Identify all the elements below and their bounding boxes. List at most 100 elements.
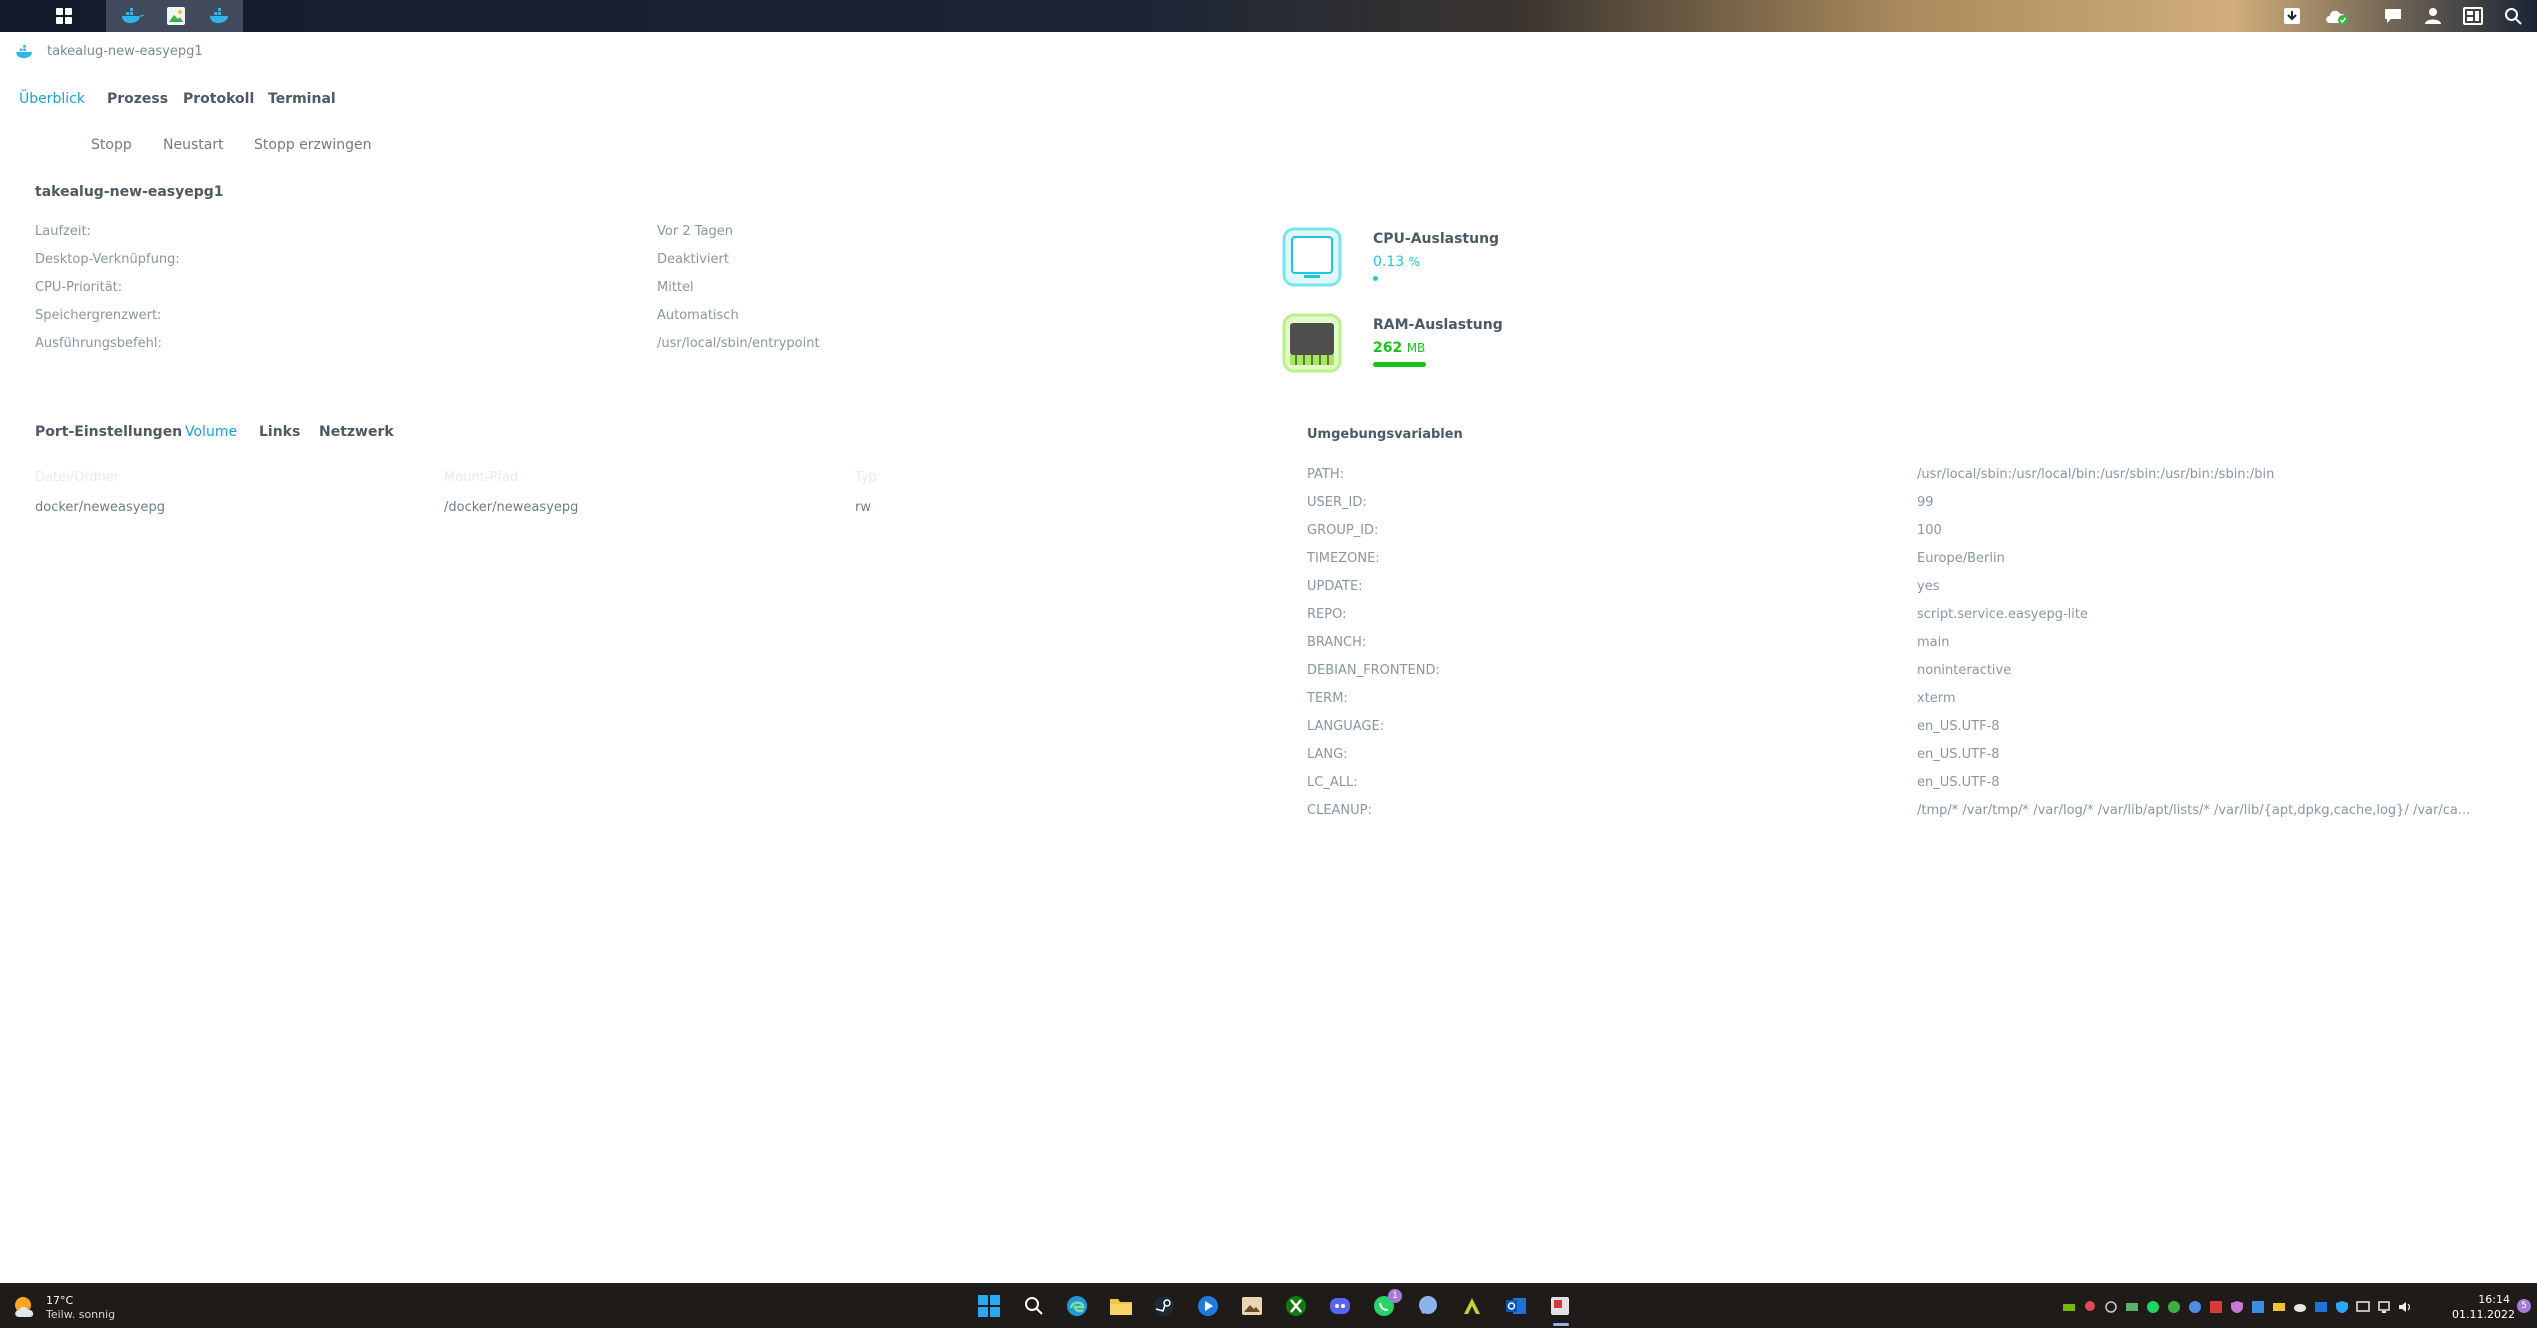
env-value: en_US.UTF-8 [1917, 719, 2000, 734]
taskbar-docker-app[interactable] [112, 0, 152, 32]
env-value: xterm [1917, 691, 1956, 706]
info-value: Automatisch [657, 308, 739, 323]
ram-unit: MB [1406, 341, 1426, 355]
ram-meter-fill [1373, 362, 1426, 367]
env-value: Europe/Berlin [1917, 551, 2005, 566]
window-title: takealug-new-easyepg1 [47, 44, 203, 59]
clock-date[interactable]: 01.11.2022 [2452, 1308, 2515, 1321]
display-icon[interactable] [2125, 1300, 2139, 1314]
volume-header-file: Datei/Ordner [35, 470, 120, 485]
taskbar-xbox[interactable] [1284, 1294, 1308, 1318]
dsm-taskbar [0, 0, 2537, 32]
info-value: Mittel [657, 280, 694, 295]
info-label: CPU-Priorität: [35, 280, 123, 295]
force-stop-button[interactable]: Stopp erzwingen [254, 137, 371, 153]
cpu-label: CPU-Auslastung [1373, 231, 1500, 247]
widgets-button[interactable] [2453, 0, 2493, 32]
nvidia-icon[interactable] [2062, 1300, 2076, 1314]
env-key: PATH: [1307, 467, 1344, 482]
notifications-button[interactable] [2373, 0, 2413, 32]
env-key: CLEANUP: [1307, 803, 1372, 818]
info-value: Vor 2 Tagen [657, 224, 733, 239]
info-value: /usr/local/sbin/entrypoint [657, 336, 820, 351]
taskbar-search-button[interactable] [1022, 1294, 1046, 1318]
taskbar-discord[interactable] [1328, 1294, 1352, 1318]
taskbar-outlook[interactable] [1504, 1294, 1528, 1318]
spotify-icon[interactable] [2146, 1300, 2160, 1314]
location-icon[interactable] [2083, 1300, 2097, 1314]
tab-links[interactable]: Links [259, 424, 300, 440]
env-key: LC_ALL: [1307, 775, 1358, 790]
tab-port-settings[interactable]: Port-Einstellungen [35, 424, 182, 440]
download-button[interactable] [2272, 0, 2312, 32]
tab-volume[interactable]: Volume [185, 424, 237, 440]
user-button[interactable] [2413, 0, 2453, 32]
taskbar-photo-viewer[interactable] [1240, 1294, 1264, 1318]
mail-icon[interactable] [2272, 1300, 2286, 1314]
weather-widget[interactable]: 17°C Teilw. sonnig [12, 1293, 252, 1321]
blue-app-icon[interactable] [2188, 1300, 2202, 1314]
stop-button[interactable]: Stopp [91, 137, 132, 153]
sun-cloud-icon [15, 1297, 34, 1317]
env-key: LANG: [1307, 747, 1348, 762]
app-blue-icon [1198, 1296, 1218, 1316]
green-app-icon[interactable] [2167, 1300, 2181, 1314]
weather-desc: Teilw. sonnig [46, 1308, 116, 1321]
network-icon[interactable] [2377, 1300, 2391, 1314]
taskbar-edge[interactable] [1065, 1294, 1089, 1318]
cpu-meter-fill [1373, 276, 1378, 281]
cpu-meter [1373, 276, 1425, 281]
taskbar-chat[interactable] [1416, 1294, 1440, 1318]
shield-icon[interactable] [2230, 1300, 2244, 1314]
taskbar-whatsapp[interactable]: 1 [1372, 1289, 1402, 1318]
env-value: yes [1917, 579, 1940, 594]
tab-overview[interactable]: Überblick [19, 91, 85, 107]
env-value: 100 [1917, 523, 1942, 538]
taskbar-synology-active[interactable] [1548, 1294, 1572, 1318]
restart-button[interactable]: Neustart [163, 137, 224, 153]
env-value: noninteractive [1917, 663, 2012, 678]
env-key: LANGUAGE: [1307, 719, 1385, 734]
taskbar-file-explorer[interactable] [1109, 1294, 1133, 1318]
widgets-icon [2463, 7, 2483, 25]
windows-icon [978, 1295, 1000, 1317]
clock-time[interactable]: 16:14 [2470, 1293, 2510, 1306]
notification-badge[interactable]: 5 [2517, 1299, 2531, 1313]
whatsapp-badge: 1 [1388, 1289, 1402, 1303]
env-key: DEBIAN_FRONTEND: [1307, 663, 1440, 678]
tab-process[interactable]: Prozess [107, 91, 168, 107]
cpu-monitor-icon [1282, 227, 1342, 287]
windows-security-icon[interactable] [2335, 1300, 2349, 1314]
circle-icon[interactable] [2104, 1300, 2118, 1314]
tab-log[interactable]: Protokoll [183, 91, 254, 107]
ram-chip-icon [1282, 313, 1342, 373]
tab-network[interactable]: Netzwerk [319, 424, 394, 440]
cloud-icon[interactable] [2293, 1300, 2307, 1314]
search-icon [2505, 8, 2522, 25]
env-value: /tmp/* /var/tmp/* /var/log/* /var/lib/ap… [1917, 803, 2471, 818]
search-button[interactable] [2493, 0, 2533, 32]
screen-icon[interactable] [2356, 1300, 2370, 1314]
env-value: script.service.easyepg-lite [1917, 607, 2088, 622]
main-menu-button[interactable] [44, 0, 84, 32]
info-label: Ausführungsbefehl: [35, 336, 162, 351]
start-button[interactable] [977, 1294, 1001, 1318]
volume-icon[interactable] [2398, 1300, 2412, 1314]
taskbar-app-yellow[interactable] [1460, 1294, 1484, 1318]
search-icon [1025, 1297, 1043, 1315]
taskbar-photo-app[interactable] [156, 0, 196, 32]
chat-icon [1419, 1296, 1437, 1315]
docker-icon [16, 45, 32, 59]
outlook-tray-icon[interactable] [2314, 1300, 2328, 1314]
sync-status-button[interactable] [2317, 0, 2357, 32]
env-key: REPO: [1307, 607, 1347, 622]
red-app-icon[interactable] [2209, 1300, 2223, 1314]
taskbar-docker-app-2[interactable] [200, 0, 240, 32]
tab-terminal[interactable]: Terminal [268, 91, 336, 107]
cpu-unit: % [1408, 255, 1421, 269]
download-icon [2284, 8, 2300, 24]
grid-app-icon[interactable] [2251, 1300, 2265, 1314]
edge-icon [1067, 1296, 1087, 1316]
taskbar-app-blue[interactable] [1196, 1294, 1220, 1318]
taskbar-steam[interactable] [1152, 1294, 1176, 1318]
